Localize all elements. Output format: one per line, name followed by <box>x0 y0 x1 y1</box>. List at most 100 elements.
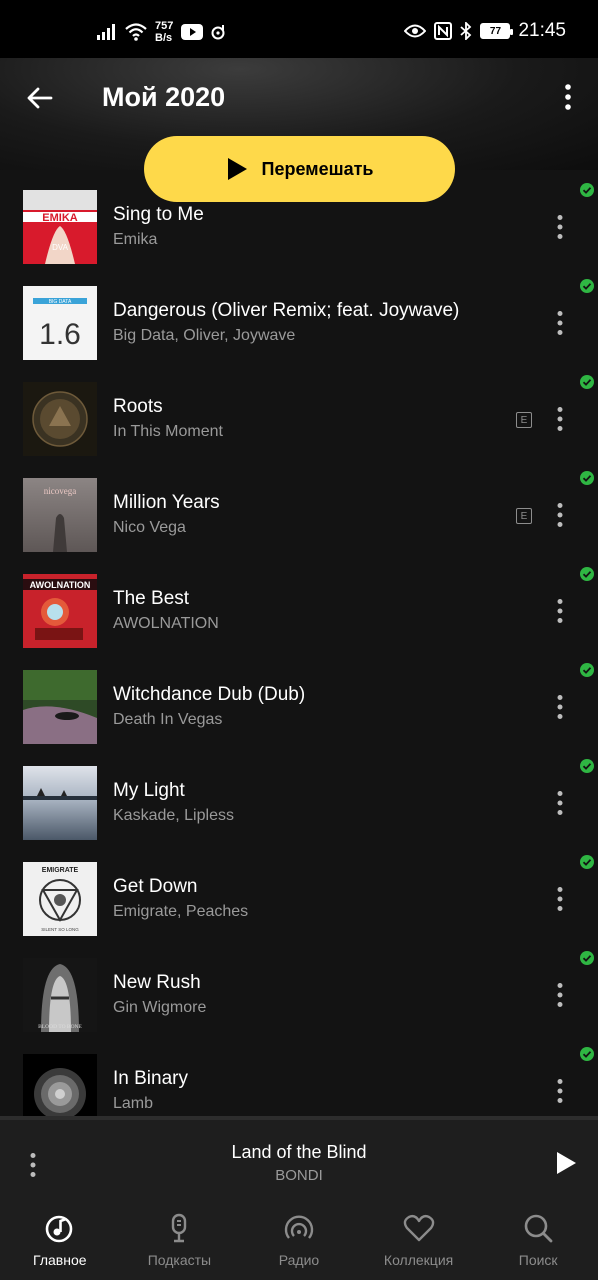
downloaded-check-icon <box>580 183 594 197</box>
radio-icon <box>284 1215 314 1239</box>
back-arrow-icon[interactable] <box>24 82 56 114</box>
now-playing-artist: BONDI <box>275 1167 323 1184</box>
track-title: My Light <box>113 780 185 801</box>
track-title: Sing to Me <box>113 204 204 225</box>
track-artist: Emigrate, Peaches <box>113 903 249 920</box>
downloaded-check-icon <box>580 471 594 485</box>
track-title: Million Years <box>113 492 220 513</box>
album-cover: BLOOD TO BONE <box>23 958 97 1032</box>
wifi-icon <box>125 23 147 41</box>
svg-text:nicovega: nicovega <box>44 486 76 496</box>
track-title: In Binary <box>113 1068 188 1089</box>
network-speed-value: 757 <box>155 20 174 32</box>
nav-item-home[interactable]: Главное <box>0 1200 120 1280</box>
track-title: The Best <box>113 588 190 609</box>
track-more-icon[interactable] <box>554 886 566 912</box>
shuffle-button[interactable]: Перемешать <box>144 136 455 202</box>
track-row[interactable]: BLOOD TO BONE New Rush Gin Wigmore <box>0 938 598 1034</box>
track-more-icon[interactable] <box>554 1078 566 1104</box>
track-more-icon[interactable] <box>554 406 566 432</box>
track-artist: Emika <box>113 231 158 248</box>
bottom-nav: Главное Подкасты Радио Коллекция Поиск <box>0 1200 598 1280</box>
track-artist: Big Data, Oliver, Joywave <box>113 327 296 344</box>
track-artist: Death In Vegas <box>113 711 223 728</box>
svg-text:DVA: DVA <box>52 243 69 252</box>
nav-label: Коллекция <box>383 1252 454 1268</box>
album-cover: EMIGRATE SILENT SO LONG <box>23 862 97 936</box>
track-title: Dangerous (Oliver Remix; feat. Joywave) <box>113 300 460 321</box>
nav-item-collection[interactable]: Коллекция <box>359 1200 479 1280</box>
clock: 21:45 <box>518 20 566 41</box>
track-more-icon[interactable] <box>554 790 566 816</box>
track-more-icon[interactable] <box>554 214 566 240</box>
track-more-icon[interactable] <box>554 982 566 1008</box>
track-title: Roots <box>113 396 163 417</box>
youtube-icon <box>181 24 204 40</box>
signal-icon <box>97 24 115 40</box>
status-right: 77 21:45 <box>404 20 566 42</box>
microphone-icon <box>172 1213 187 1243</box>
downloaded-check-icon <box>580 279 594 293</box>
play-icon <box>227 158 247 180</box>
track-row[interactable]: AWOLNATION The Best AWOLNATION <box>0 554 598 650</box>
page-title: Мой 2020 <box>102 82 226 112</box>
battery-level: 77 <box>489 25 502 37</box>
nav-label: Подкасты <box>147 1252 212 1268</box>
album-cover: BIG DATA 1.6 <box>23 286 97 360</box>
svg-text:EMIKA: EMIKA <box>42 212 78 224</box>
downloaded-check-icon <box>580 1047 594 1061</box>
nav-item-podcasts[interactable]: Подкасты <box>120 1200 240 1280</box>
nav-item-radio[interactable]: Радио <box>239 1200 359 1280</box>
track-more-icon[interactable] <box>554 694 566 720</box>
explicit-badge: E <box>516 412 532 428</box>
music-app-icon <box>211 25 225 40</box>
track-artist: AWOLNATION <box>113 615 219 632</box>
downloaded-check-icon <box>580 951 594 965</box>
track-more-icon[interactable] <box>554 598 566 624</box>
downloaded-check-icon <box>580 855 594 869</box>
battery-icon: 77 <box>480 23 514 39</box>
nav-label: Главное <box>33 1252 87 1268</box>
track-more-icon[interactable] <box>554 502 566 528</box>
track-row[interactable]: My Light Kaskade, Lipless <box>0 746 598 842</box>
track-row[interactable]: nicovega Million Years Nico Vega E <box>0 458 598 554</box>
svg-text:1.6: 1.6 <box>39 318 81 351</box>
track-row[interactable]: BIG DATA 1.6 Dangerous (Oliver Remix; fe… <box>0 266 598 362</box>
svg-text:AWOLNATION: AWOLNATION <box>30 580 91 590</box>
play-icon[interactable] <box>554 1150 578 1176</box>
album-cover: nicovega <box>23 478 97 552</box>
svg-text:BIG DATA: BIG DATA <box>49 299 72 305</box>
nav-item-search[interactable]: Поиск <box>478 1200 598 1280</box>
more-vertical-icon[interactable] <box>560 82 576 112</box>
nfc-icon <box>434 22 453 40</box>
mini-player[interactable]: Land of the Blind BONDI <box>0 1116 598 1200</box>
track-row[interactable]: In Binary Lamb <box>0 1034 598 1116</box>
album-cover: EMIKA DVA <box>23 190 97 264</box>
track-artist: Nico Vega <box>113 519 186 536</box>
nav-label: Радио <box>278 1252 320 1268</box>
explicit-badge: E <box>516 508 532 524</box>
downloaded-check-icon <box>580 567 594 581</box>
track-row[interactable]: Witchdance Dub (Dub) Death In Vegas <box>0 650 598 746</box>
track-more-icon[interactable] <box>554 310 566 336</box>
bluetooth-icon <box>460 22 472 40</box>
album-cover <box>23 766 97 840</box>
home-music-icon <box>45 1215 73 1243</box>
status-bar: 757 B/s 77 21:45 <box>0 0 598 58</box>
svg-text:SILENT SO LONG: SILENT SO LONG <box>41 927 79 932</box>
status-left: 757 B/s <box>97 20 227 44</box>
track-artist: In This Moment <box>113 423 223 440</box>
svg-text:EMIGRATE: EMIGRATE <box>42 867 79 874</box>
search-icon <box>524 1214 553 1243</box>
track-row[interactable]: EMIGRATE SILENT SO LONG Get Down Emigrat… <box>0 842 598 938</box>
downloaded-check-icon <box>580 375 594 389</box>
eye-icon <box>404 24 427 38</box>
downloaded-check-icon <box>580 663 594 677</box>
track-row[interactable]: Roots In This Moment E <box>0 362 598 458</box>
nav-label: Поиск <box>518 1252 558 1268</box>
heart-icon <box>403 1214 434 1242</box>
track-artist: Gin Wigmore <box>113 999 207 1016</box>
track-title: Get Down <box>113 876 198 897</box>
now-playing-title: Land of the Blind <box>231 1142 367 1162</box>
track-artist: Lamb <box>113 1095 154 1112</box>
